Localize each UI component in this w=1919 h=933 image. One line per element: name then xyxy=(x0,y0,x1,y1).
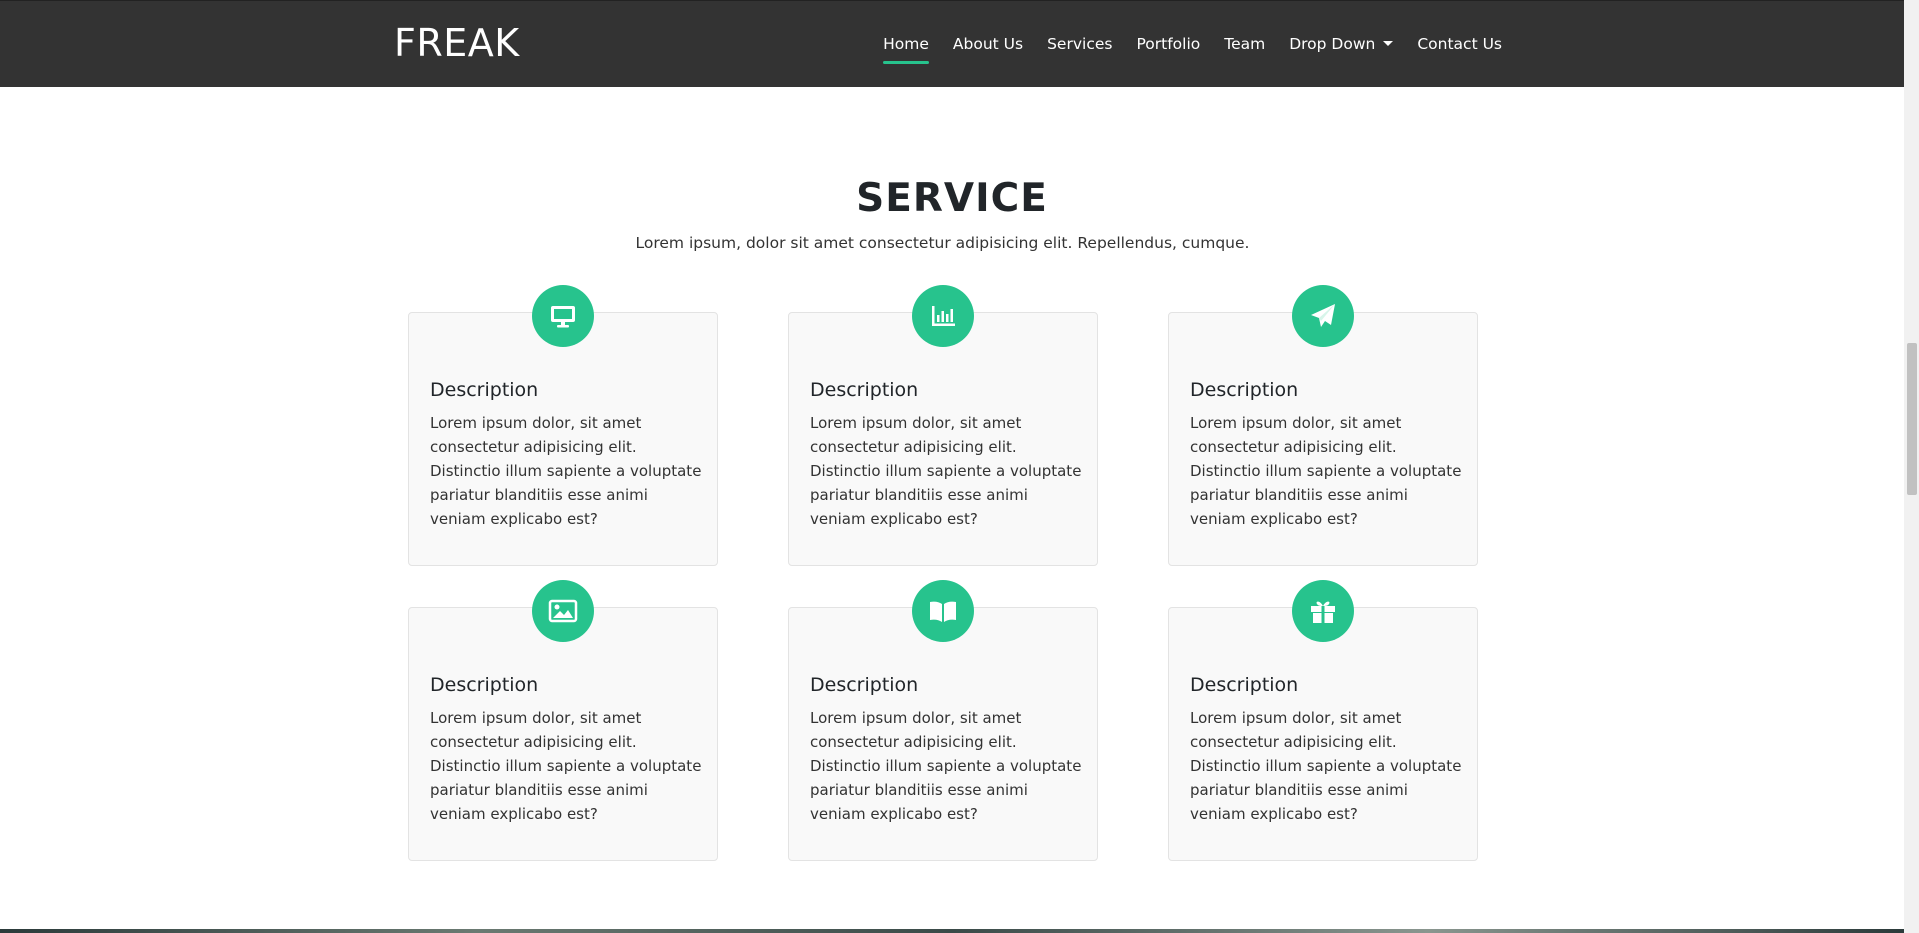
next-section-edge xyxy=(0,929,1904,933)
card-title: Description xyxy=(430,379,539,401)
card-text: Lorem ipsum dolor, sit amet consectetur … xyxy=(810,414,1082,528)
gift-icon xyxy=(1311,601,1335,623)
nav-item-drop-down[interactable]: Drop Down xyxy=(1277,1,1405,87)
icon-badge xyxy=(912,580,974,642)
desktop-icon xyxy=(551,306,575,328)
brand-logo[interactable]: FREAK xyxy=(394,21,520,65)
nav-item-team[interactable]: Team xyxy=(1212,1,1277,87)
nav-item-about-us[interactable]: About Us xyxy=(941,1,1035,87)
service-card: Description Lorem ipsum dolor, sit amet … xyxy=(1168,580,1478,861)
nav-item-label: Drop Down xyxy=(1289,35,1376,53)
card-title: Description xyxy=(1190,379,1299,401)
icon-badge xyxy=(532,285,594,347)
service-card: Description Lorem ipsum dolor, sit amet … xyxy=(788,580,1098,861)
card-title: Description xyxy=(1190,674,1299,696)
service-card: Description Lorem ipsum dolor, sit amet … xyxy=(408,580,718,861)
scrollbar-thumb[interactable] xyxy=(1907,343,1917,495)
image-icon xyxy=(548,599,578,623)
card-text: Lorem ipsum dolor, sit amet consectetur … xyxy=(1190,709,1462,823)
nav-item-label: Home xyxy=(883,35,929,53)
service-card: Description Lorem ipsum dolor, sit amet … xyxy=(408,285,718,566)
card-text: Lorem ipsum dolor, sit amet consectetur … xyxy=(430,709,702,823)
nav-menu: Home About Us Services Portfolio Team Dr… xyxy=(871,1,1514,87)
paper-plane-icon xyxy=(1311,304,1335,327)
card-title: Description xyxy=(810,379,919,401)
nav-item-portfolio[interactable]: Portfolio xyxy=(1124,1,1212,87)
icon-badge xyxy=(1292,285,1354,347)
nav-item-label: Portfolio xyxy=(1136,35,1201,53)
book-open-icon xyxy=(930,601,956,622)
bar-chart-icon xyxy=(932,306,955,326)
nav-item-label: Team xyxy=(1224,35,1266,53)
nav-item-home[interactable]: Home xyxy=(871,1,941,87)
nav-item-contact-us[interactable]: Contact Us xyxy=(1405,1,1514,87)
card-text: Lorem ipsum dolor, sit amet consectetur … xyxy=(430,414,702,528)
service-card: Description Lorem ipsum dolor, sit amet … xyxy=(1168,285,1478,566)
icon-badge xyxy=(532,580,594,642)
icon-badge xyxy=(1292,580,1354,642)
nav-item-label: Contact Us xyxy=(1417,35,1502,53)
section-subtitle: Lorem ipsum, dolor sit amet consectetur … xyxy=(635,234,1250,252)
nav-item-label: About Us xyxy=(952,35,1024,53)
vertical-scrollbar[interactable] xyxy=(1904,0,1919,933)
section-title: SERVICE xyxy=(856,176,1048,221)
nav-item-services[interactable]: Services xyxy=(1035,1,1124,87)
caret-down-icon xyxy=(1383,40,1394,46)
card-title: Description xyxy=(810,674,919,696)
card-text: Lorem ipsum dolor, sit amet consectetur … xyxy=(810,709,1082,823)
card-title: Description xyxy=(430,674,539,696)
page: FREAK Home About Us Services Portfolio T… xyxy=(0,0,1919,933)
card-text: Lorem ipsum dolor, sit amet consectetur … xyxy=(1190,414,1462,528)
navbar: FREAK Home About Us Services Portfolio T… xyxy=(0,0,1904,87)
icon-badge xyxy=(912,285,974,347)
nav-item-label: Services xyxy=(1047,35,1113,53)
service-card: Description Lorem ipsum dolor, sit amet … xyxy=(788,285,1098,566)
